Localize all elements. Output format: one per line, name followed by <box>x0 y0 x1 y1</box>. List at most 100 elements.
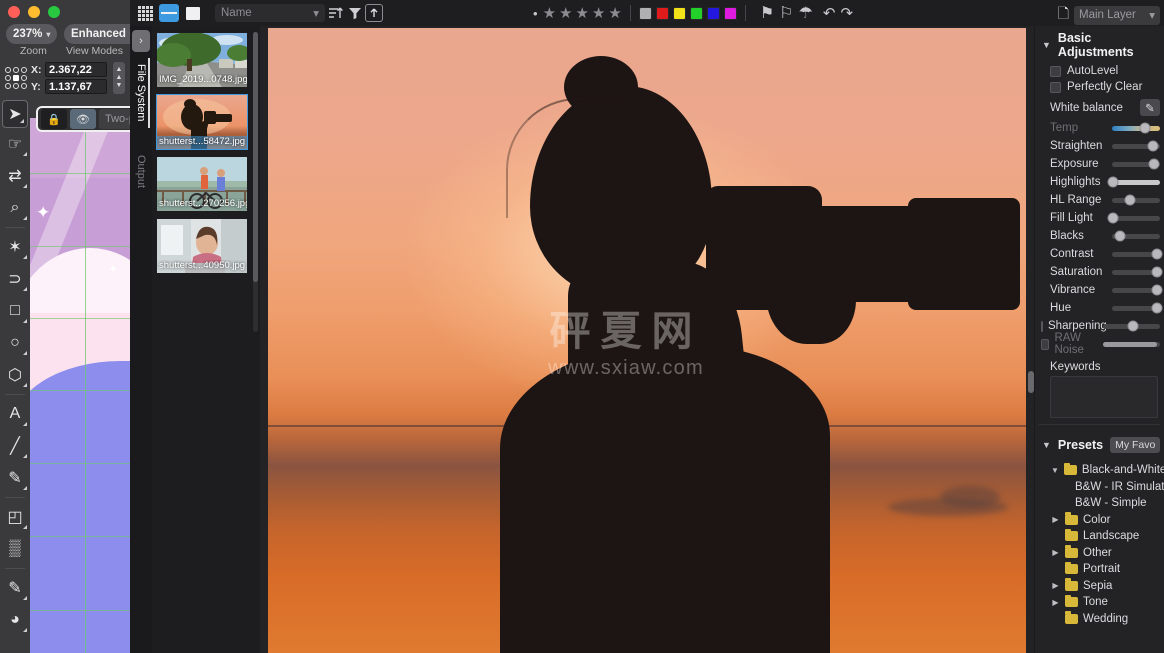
layer-dropdown[interactable]: Main Layer ▾ <box>1074 5 1160 25</box>
selection-arrow-tool[interactable]: ➤ <box>2 100 28 128</box>
coordinate-x-input[interactable]: 2.367,22 <box>45 62 107 77</box>
close-window-button[interactable] <box>8 6 20 18</box>
slider-blacks-knob[interactable] <box>1114 230 1126 242</box>
slider-contrast-knob[interactable] <box>1151 248 1163 260</box>
slider-vibrance-knob[interactable] <box>1151 284 1163 296</box>
slider-exposure-knob[interactable] <box>1148 158 1160 170</box>
thumbnail-item[interactable]: shutterst...270256.jpg <box>156 156 248 212</box>
tab-output[interactable]: Output <box>130 149 152 194</box>
preset-folder-wedding[interactable]: Wedding <box>1035 611 1164 628</box>
autolevel-checkbox[interactable] <box>1050 65 1061 77</box>
slider-contrast-track[interactable] <box>1112 248 1163 260</box>
window-controls[interactable] <box>8 6 60 18</box>
ellipse-tool[interactable]: ○ <box>0 327 30 359</box>
flag-outline-icon[interactable]: ⚐ <box>779 3 793 23</box>
preset-item-bw-ir-simulation[interactable]: B&W - IR Simulati <box>1035 479 1164 496</box>
rating-star-1[interactable]: ★ <box>543 4 556 22</box>
slider-hue-track[interactable] <box>1112 302 1163 314</box>
slider-raw-noise[interactable]: RAW Noise <box>1035 332 1164 356</box>
slider-hl-range-knob[interactable] <box>1124 194 1136 206</box>
shadow-tool[interactable]: ◰ <box>0 501 30 533</box>
slider-highlights[interactable]: Highlights <box>1035 173 1164 191</box>
slider-vibrance[interactable]: Vibrance <box>1035 281 1164 299</box>
line-tool[interactable]: ╱ <box>0 430 30 462</box>
lasso-tool[interactable]: ⊃ <box>0 263 30 295</box>
preset-folder-tone[interactable]: ▶ Tone <box>1035 594 1164 611</box>
slider-temp-track[interactable] <box>1112 122 1160 134</box>
slider-sharpening-track[interactable] <box>1103 320 1160 332</box>
paint-bucket-tool[interactable]: ◕ <box>0 604 30 636</box>
rating-star-5[interactable]: ★ <box>608 4 621 22</box>
slider-temp[interactable]: Temp <box>1035 119 1164 137</box>
transform-tool[interactable]: ⇄ <box>0 160 30 192</box>
slider-highlights-track[interactable] <box>1107 176 1160 188</box>
preset-folder-sepia[interactable]: ▶ Sepia <box>1035 578 1164 595</box>
anchor-point-selector[interactable] <box>5 67 27 89</box>
rectangle-tool[interactable]: □ <box>0 295 30 327</box>
preset-folder-black-and-white[interactable]: ▼ Black-and-White <box>1035 462 1164 479</box>
flag-reject-icon[interactable]: ☂ <box>799 3 813 23</box>
chevron-right-icon[interactable]: ▶ <box>1051 548 1060 557</box>
magic-wand-tool[interactable]: ✶ <box>0 231 30 263</box>
slider-straighten-track[interactable] <box>1112 140 1160 152</box>
slider-vibrance-track[interactable] <box>1112 284 1163 296</box>
chevron-right-icon[interactable]: ▶ <box>1051 581 1060 590</box>
slider-saturation-track[interactable] <box>1112 266 1163 278</box>
filmstrip-view-icon[interactable] <box>159 4 179 22</box>
filter-icon[interactable] <box>345 3 365 23</box>
chevron-right-icon[interactable]: ▶ <box>1051 598 1060 607</box>
slider-contrast[interactable]: Contrast <box>1035 245 1164 263</box>
raw-noise-checkbox[interactable] <box>1041 338 1050 350</box>
tab-file-system[interactable]: File System <box>130 58 152 127</box>
perfectly-clear-checkbox-row[interactable]: Perfectly Clear <box>1035 79 1164 95</box>
slider-fill-light-track[interactable] <box>1107 212 1160 224</box>
minimize-window-button[interactable] <box>28 6 40 18</box>
chevron-down-icon[interactable]: ▼ <box>1051 466 1059 475</box>
preset-folder-color[interactable]: ▶ Color <box>1035 512 1164 529</box>
zoom-tool[interactable]: ⌕ <box>0 192 30 224</box>
presets-header[interactable]: ▼ Presets My Favo <box>1035 431 1164 458</box>
color-label-yellow[interactable] <box>672 6 686 20</box>
slider-fill-light-knob[interactable] <box>1107 212 1119 224</box>
panel-collapse-button[interactable]: › <box>132 30 150 52</box>
slider-hl-range[interactable]: HL Range <box>1035 191 1164 209</box>
maximize-window-button[interactable] <box>48 6 60 18</box>
rating-star-3[interactable]: ★ <box>575 4 588 22</box>
preset-folder-other[interactable]: ▶ Other <box>1035 545 1164 562</box>
coordinate-stepper[interactable]: ▲ ▲ ▼ <box>113 62 125 94</box>
slider-hue-knob[interactable] <box>1151 302 1163 314</box>
single-view-icon[interactable] <box>183 4 203 22</box>
keywords-input[interactable] <box>1050 376 1158 418</box>
my-favorites-button[interactable]: My Favo <box>1110 437 1161 453</box>
browser-scrollbar-thumb[interactable] <box>253 32 258 282</box>
slider-saturation-knob[interactable] <box>1151 266 1163 278</box>
perfectly-clear-checkbox[interactable] <box>1050 81 1061 93</box>
slider-exposure[interactable]: Exposure <box>1035 155 1164 173</box>
pen-tool[interactable]: ✎ <box>0 462 30 494</box>
pattern-tool[interactable]: ▒ <box>0 533 30 565</box>
slider-straighten-knob[interactable] <box>1147 140 1159 152</box>
slider-sharpening-knob[interactable] <box>1127 320 1139 332</box>
eye-icon[interactable]: 👁 <box>70 109 96 129</box>
rating-none-icon[interactable]: • <box>533 6 538 21</box>
sort-ascending-icon[interactable] <box>325 3 345 23</box>
preset-item-bw-simple[interactable]: B&W - Simple <box>1035 495 1164 512</box>
slider-blacks[interactable]: Blacks <box>1035 227 1164 245</box>
slider-blacks-track[interactable] <box>1112 230 1160 242</box>
eyedropper-tool[interactable]: ✎ <box>0 572 30 604</box>
slider-temp-knob[interactable] <box>1139 122 1151 134</box>
color-label-green[interactable] <box>689 6 703 20</box>
sort-field-dropdown[interactable]: Name ▾ <box>215 4 325 22</box>
lock-icon[interactable]: 🔒 <box>41 109 67 129</box>
color-label-blue[interactable] <box>706 6 720 20</box>
polygon-tool[interactable]: ⬡ <box>0 359 30 391</box>
undo-icon[interactable]: ↶ <box>823 4 836 22</box>
slider-exposure-track[interactable] <box>1112 158 1160 170</box>
slider-hl-range-track[interactable] <box>1112 194 1160 206</box>
rating-star-4[interactable]: ★ <box>592 4 605 22</box>
hand-tool[interactable]: ☞ <box>0 128 30 160</box>
slider-straighten[interactable]: Straighten <box>1035 137 1164 155</box>
eyedropper-icon[interactable]: ✎ <box>1140 99 1160 116</box>
thumbnail-item[interactable]: IMG_2019...0748.jpg <box>156 32 248 88</box>
slider-fill-light[interactable]: Fill Light <box>1035 209 1164 227</box>
